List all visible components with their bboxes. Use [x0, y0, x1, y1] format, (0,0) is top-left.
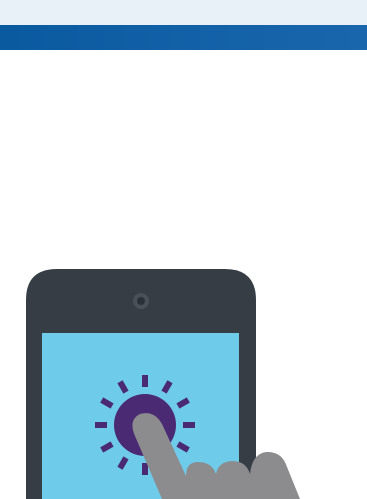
page	[0, 0, 367, 499]
phone-tap-illustration	[26, 269, 300, 499]
